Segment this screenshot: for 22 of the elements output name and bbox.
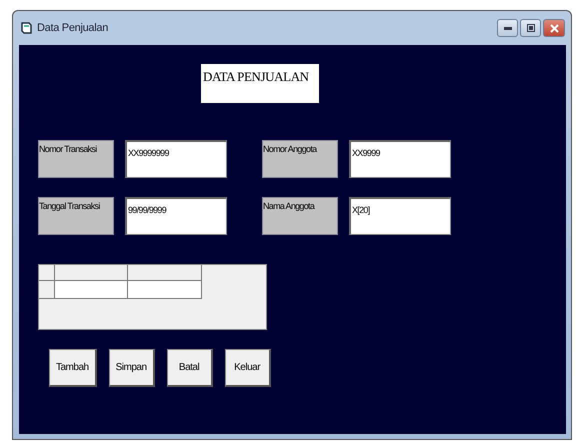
field-label: Nomor Anggota <box>262 140 338 178</box>
close-button[interactable] <box>543 19 565 37</box>
close-icon <box>550 24 558 32</box>
form-icon <box>21 22 32 34</box>
input-field[interactable]: X[20] <box>349 197 451 235</box>
form-button[interactable]: Simpan <box>108 349 155 387</box>
form-button[interactable]: Batal <box>166 349 213 387</box>
input-field[interactable]: 99/99/9999 <box>125 197 227 235</box>
form-heading: DATA PENJUALAN <box>201 64 319 103</box>
minimize-button[interactable] <box>497 19 518 37</box>
maximize-icon <box>526 24 534 32</box>
form-button[interactable]: Keluar <box>224 349 271 387</box>
input-field[interactable]: XX9999 <box>349 140 451 178</box>
field-label: Nama Anggota <box>262 197 338 235</box>
form-button[interactable]: Tambah <box>49 349 97 387</box>
window-title: Data Penjualan <box>37 22 108 34</box>
minimize-icon <box>504 26 512 30</box>
data-grid[interactable] <box>38 264 267 330</box>
input-field[interactable]: XX9999999 <box>125 140 227 178</box>
field-label: Tanggal Transaksi <box>38 197 114 235</box>
maximize-button[interactable] <box>520 19 541 37</box>
field-label: Nomor Transaksi <box>38 140 114 178</box>
